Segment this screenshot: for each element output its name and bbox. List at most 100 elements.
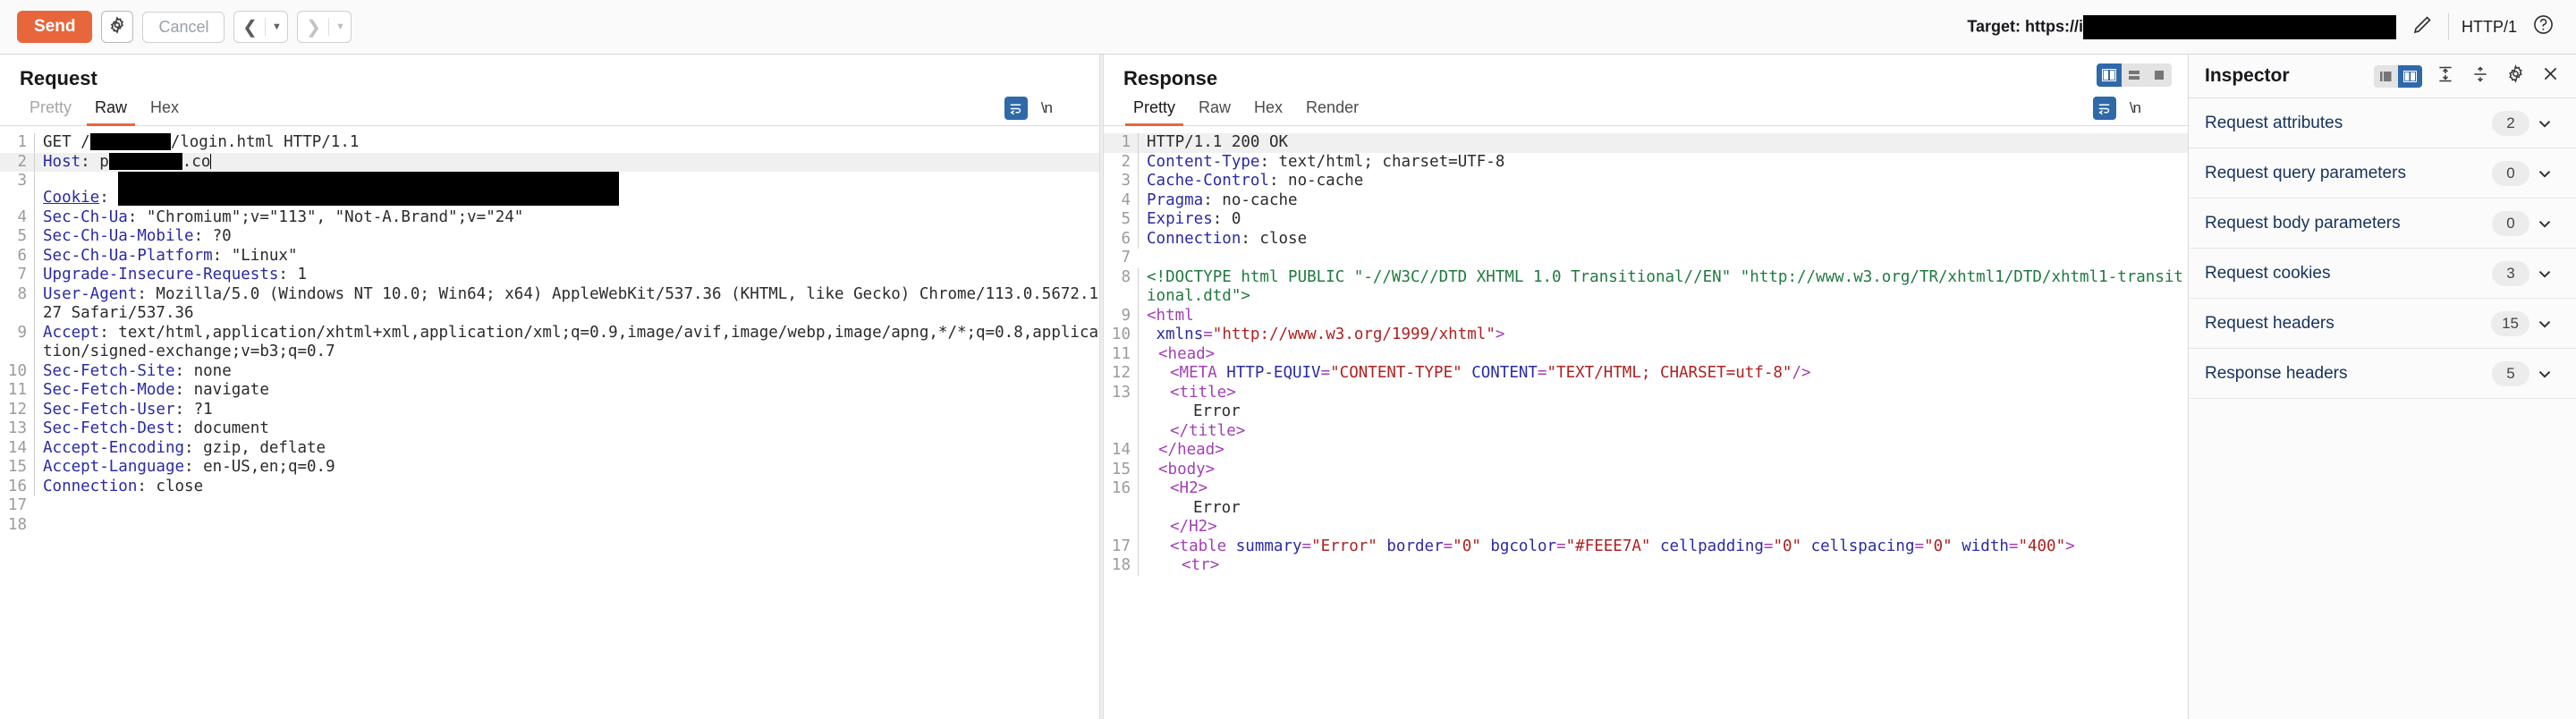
response-line-number: 6 [1121, 229, 1131, 248]
response-code-line: 7 [1104, 249, 2188, 268]
inspector-section-request-attributes[interactable]: Request attributes 2 [2189, 98, 2576, 148]
inspector-section-label: Request body parameters [2205, 213, 2401, 233]
top-toolbar: Send Cancel ❮ ▼ ❯ ▼ Target: https://i HT… [0, 0, 2576, 55]
send-button[interactable]: Send [17, 11, 93, 43]
code-token: <head> [1158, 344, 1216, 363]
inspector-settings-button[interactable] [2504, 64, 2527, 88]
response-code-line: 14 </head> [1104, 441, 2188, 461]
history-back-button[interactable]: ❮ ▼ [233, 11, 289, 43]
inspector-section-label: Response headers [2205, 363, 2348, 383]
chevron-down-icon[interactable]: ▼ [329, 12, 351, 42]
response-code-line: 8 <!DOCTYPE html PUBLIC "-//W3C//DTD XHTM… [1104, 267, 2188, 307]
code-token: </H2> [1170, 518, 1217, 536]
layout-stacked-button[interactable] [2122, 63, 2147, 87]
request-code-line: 6 Sec-Ch-Ua-Platform: "Linux" [0, 246, 1099, 266]
code-token: /login.html HTTP/1.1 [170, 133, 360, 151]
inspector-section-request-headers[interactable]: Request headers 15 [2189, 299, 2576, 349]
request-line-content: Accept: text/html,application/xhtml+xml,… [34, 323, 1099, 362]
inspector-section-response-headers[interactable]: Response headers 5 [2189, 349, 2576, 399]
response-tab-pretty[interactable]: Pretty [1122, 98, 1187, 126]
chevron-down-icon[interactable] [2529, 364, 2560, 384]
request-tab-raw[interactable]: Raw [83, 98, 139, 126]
request-editor[interactable]: 1 GET / /login.html HTTP/1.1 2 Host: p .co 3 Co… [0, 133, 1099, 719]
response-tab-hex[interactable]: Hex [1242, 98, 1294, 125]
inspector-close-button[interactable] [2538, 64, 2562, 88]
response-line-content: <table summary="Error" border="0" bgcolo… [1138, 537, 2188, 556]
response-line-content: <title> Error </title> [1138, 383, 2188, 441]
response-line-number: 4 [1121, 190, 1131, 209]
code-token: Upgrade-Insecure-Requests [43, 266, 279, 283]
response-tabs: Pretty Raw Hex Render \n [1104, 90, 2188, 126]
inspector-collapse-all-button[interactable] [2434, 64, 2457, 88]
request-menu-button[interactable] [1065, 102, 1085, 114]
response-line-content: HTTP/1.1 200 OK [1138, 133, 2188, 153]
response-line-content: Content-Type: text/html; charset=UTF-8 [1138, 152, 2188, 172]
response-editor[interactable]: 1 HTTP/1.1 200 OK 2 Content-Type: text/html… [1104, 133, 2188, 719]
inspector-layout-right-button[interactable] [2398, 64, 2422, 88]
code-token: : 1 [278, 266, 308, 283]
response-line-content: Pragma: no-cache [1138, 190, 2188, 210]
edit-target-button[interactable] [2409, 13, 2436, 40]
request-tab-pretty[interactable]: Pretty [18, 98, 83, 125]
code-token: CONTENT [1471, 364, 1538, 382]
request-line-number: 10 [7, 361, 27, 380]
inspector-section-count: 0 [2492, 160, 2529, 186]
cancel-button[interactable]: Cancel [142, 11, 225, 43]
history-forward-button[interactable]: ❯ ▼ [297, 11, 352, 43]
text-caret [210, 153, 212, 169]
inspector-expand-all-button[interactable] [2469, 64, 2492, 88]
layout-single-button[interactable] [2147, 63, 2172, 87]
chevron-down-icon[interactable] [2529, 264, 2560, 283]
chevron-left-icon: ❮ [242, 17, 258, 38]
request-panel-title: Request [20, 67, 97, 89]
code-token: Error [1193, 498, 1241, 517]
inspector-section-request-query-parameters[interactable]: Request query parameters 0 [2189, 148, 2576, 199]
response-code-line: 15 <body> [1104, 460, 2188, 479]
inspector-layout-left-button[interactable] [2374, 65, 2398, 88]
code-token: : 0 [1212, 210, 1241, 228]
response-show-newlines-toggle[interactable]: \n [2130, 99, 2141, 117]
code-token: : ?1 [174, 400, 213, 419]
chevron-down-icon[interactable] [2529, 214, 2560, 233]
inspector-section-count: 0 [2492, 210, 2529, 236]
response-tab-render[interactable]: Render [1294, 98, 1370, 125]
response-code-line: 4 Pragma: no-cache [1104, 190, 2188, 210]
response-code-line: 10 xmlns="http://www.w3.org/1999/xhtml"> [1104, 326, 2188, 345]
help-button[interactable] [2529, 13, 2556, 40]
request-word-wrap-toggle[interactable] [1004, 97, 1028, 120]
request-line-content: Sec-Ch-Ua-Mobile: ?0 [34, 227, 1099, 247]
request-code-line: 16 Connection: close [0, 477, 1099, 496]
chevron-down-icon[interactable] [2529, 314, 2560, 334]
code-token: Accept-Language [43, 458, 185, 476]
request-tab-hex[interactable]: Hex [139, 98, 191, 125]
http-version-label[interactable]: HTTP/1 [2462, 18, 2517, 37]
response-line-content: <META HTTP-EQUIV="CONTENT-TYPE" CONTENT=… [1138, 364, 2188, 384]
response-tab-raw[interactable]: Raw [1187, 98, 1242, 125]
response-word-wrap-toggle[interactable] [2092, 97, 2116, 120]
response-menu-button[interactable] [2154, 102, 2174, 114]
inspector-section-request-cookies[interactable]: Request cookies 3 [2189, 249, 2576, 299]
send-options-gear-button[interactable] [101, 11, 134, 43]
request-show-newlines-toggle[interactable]: \n [1041, 99, 1053, 117]
response-tab-tools: \n [2092, 97, 2188, 125]
chevron-down-icon[interactable] [2529, 164, 2560, 183]
code-token: : text/html,application/xhtml+xml,applic… [43, 323, 1099, 361]
layout-side-by-side-button[interactable] [2097, 63, 2122, 87]
response-line-number: 9 [1121, 306, 1131, 325]
collapse-all-icon [2436, 65, 2454, 88]
code-token: <!DOCTYPE html PUBLIC "-//W3C//DTD XHTML… [1147, 267, 2183, 306]
code-token: </title> [1170, 421, 1246, 440]
code-token: Host [43, 152, 81, 171]
chevron-down-icon[interactable]: ▼ [266, 12, 287, 42]
chevron-down-icon[interactable] [2529, 114, 2560, 133]
request-line-content: Cookie: [34, 172, 1099, 208]
request-panel: Request Pretty Raw Hex \n 1 GET / /login.htm… [0, 55, 1099, 719]
code-token: : en-US,en;q=0.9 [184, 458, 335, 476]
inspector-section-request-body-parameters[interactable]: Request body parameters 0 [2189, 199, 2576, 249]
request-line-content: Connection: close [34, 477, 1099, 496]
code-token: META [1179, 364, 1227, 382]
close-icon [2541, 64, 2560, 88]
response-code-line: 18 <tr> [1104, 556, 2188, 576]
